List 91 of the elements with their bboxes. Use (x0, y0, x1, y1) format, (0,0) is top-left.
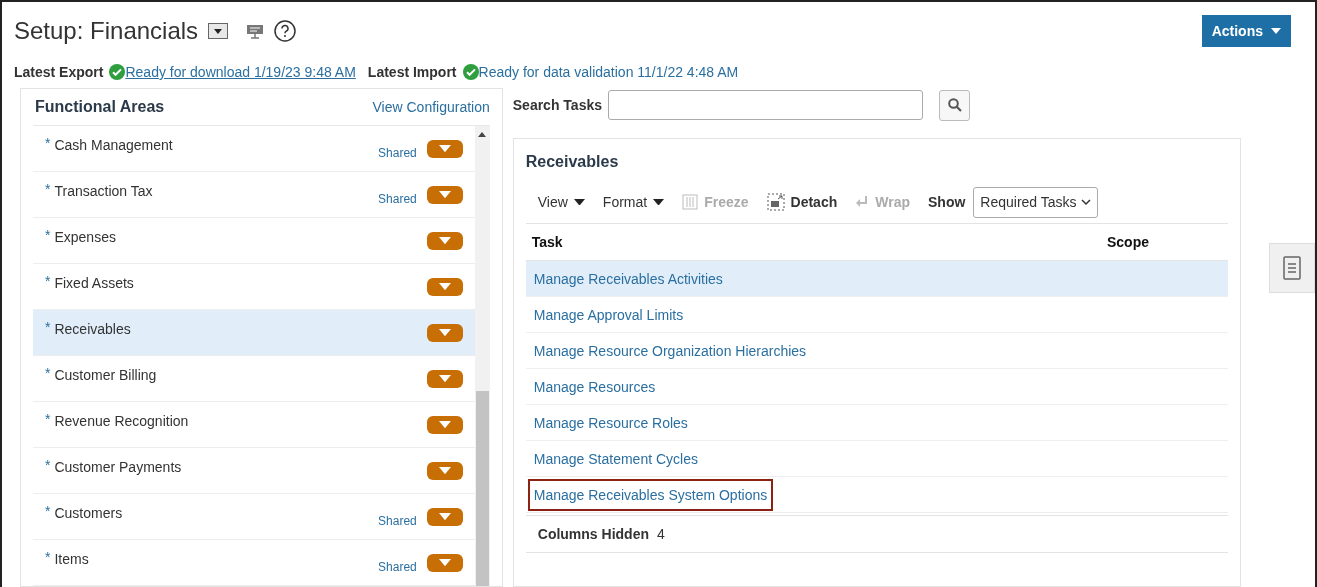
required-mark: * (45, 227, 51, 243)
shared-label: Shared (378, 513, 417, 528)
show-label: Show (928, 194, 966, 210)
task-link[interactable]: Manage Resource Organization Hierarchies (527, 334, 813, 367)
caret-down-icon (438, 420, 451, 429)
required-mark: * (45, 273, 51, 289)
status-link[interactable]: Ready for download 1/19/23 9:48 AM (125, 64, 356, 80)
required-mark: * (45, 365, 51, 381)
scroll-up-icon[interactable] (478, 132, 487, 137)
expand-button[interactable] (426, 507, 463, 526)
search-label: Search Tasks (512, 97, 602, 113)
expand-button[interactable] (426, 369, 463, 388)
expand-button[interactable] (426, 185, 463, 204)
task-link[interactable]: Manage Approval Limits (527, 298, 690, 331)
menu-button[interactable]: Format (602, 194, 665, 210)
caret-down-icon (438, 374, 451, 383)
expand-button[interactable] (426, 461, 463, 480)
help-icon[interactable] (274, 20, 297, 42)
side-panel-tab[interactable] (1269, 243, 1315, 293)
area-name: Revenue Recognition (54, 413, 189, 429)
expand-button[interactable] (426, 139, 463, 158)
task-row[interactable]: Manage Receivables Activities (525, 261, 1228, 297)
area-name: Fixed Assets (54, 275, 134, 291)
area-name: Customer Billing (54, 367, 157, 383)
status-label: Latest Export (14, 64, 104, 80)
area-name: Items (54, 551, 89, 567)
task-link[interactable]: Manage Receivables System Options (527, 478, 774, 511)
required-mark: * (45, 319, 51, 335)
menu-button[interactable]: View (537, 194, 585, 210)
status-link[interactable]: Ready for data validation 11/1/22 4:48 AM (478, 64, 739, 80)
required-mark: * (45, 503, 51, 519)
expand-button[interactable] (426, 553, 463, 572)
expand-button[interactable] (426, 277, 463, 296)
task-row[interactable]: Manage Receivables System Options (525, 477, 1228, 513)
wrap-icon (855, 195, 870, 209)
required-mark: * (45, 411, 51, 427)
task-link[interactable]: Manage Resource Roles (527, 406, 694, 439)
columns-hidden-count: 4 (657, 526, 665, 542)
functional-area-item[interactable]: * Receivables (33, 310, 475, 356)
detach-icon (766, 193, 785, 211)
panel-title: Functional Areas (35, 98, 165, 116)
area-name: Cash Management (54, 137, 173, 153)
expand-button[interactable] (426, 323, 463, 342)
shared-label: Shared (378, 191, 417, 206)
page-title: Setup: Financials (14, 17, 199, 45)
search-button[interactable] (939, 89, 970, 121)
expand-button[interactable] (426, 231, 463, 250)
required-mark: * (45, 135, 51, 151)
caret-down-icon (438, 144, 451, 153)
task-link[interactable]: Manage Resources (527, 370, 662, 403)
search-icon (947, 98, 962, 112)
view-configuration-link[interactable]: View Configuration (372, 99, 490, 115)
task-link[interactable]: Manage Receivables Activities (527, 262, 729, 295)
card-title: Receivables (525, 153, 620, 171)
required-mark: * (45, 549, 51, 565)
column-header[interactable]: Scope (1107, 234, 1222, 250)
expand-button[interactable] (426, 415, 463, 434)
caret-down-icon (438, 236, 451, 245)
required-mark: * (45, 181, 51, 197)
caret-down-icon (438, 512, 451, 521)
caret-down-icon (438, 328, 451, 337)
columns-icon (682, 194, 699, 210)
caret-down-icon (438, 190, 451, 199)
caret-down-icon (438, 282, 451, 291)
actions-button[interactable]: Actions (1201, 15, 1291, 47)
caret-down-icon (573, 198, 585, 206)
search-field[interactable] (608, 90, 923, 120)
area-name: Transaction Tax (54, 183, 153, 199)
check-circle-icon (462, 64, 479, 80)
columns-hidden-label: Columns Hidden (537, 526, 649, 542)
chevron-down-icon (1080, 198, 1091, 206)
document-icon (1283, 256, 1301, 280)
detach-button[interactable]: Detach (766, 193, 838, 211)
required-mark: * (45, 457, 51, 473)
check-circle-icon (109, 64, 126, 80)
caret-down-icon (438, 466, 451, 475)
caret-down-icon (653, 198, 665, 206)
status-label: Latest Import (367, 64, 457, 80)
area-name: Customers (54, 505, 123, 521)
show-select[interactable]: Required Tasks (973, 186, 1098, 218)
column-header[interactable]: Task (531, 234, 563, 250)
shared-label: Shared (378, 145, 417, 160)
caret-down-icon (438, 558, 451, 567)
area-name: Customer Payments (54, 459, 182, 475)
caret-down-icon (1271, 28, 1281, 34)
area-name: Expenses (54, 229, 116, 245)
presentation-icon[interactable] (246, 23, 265, 39)
shared-label: Shared (378, 559, 417, 574)
dropdown-icon[interactable] (208, 23, 229, 39)
task-link[interactable]: Manage Statement Cycles (527, 442, 704, 475)
area-name: Receivables (54, 321, 131, 337)
